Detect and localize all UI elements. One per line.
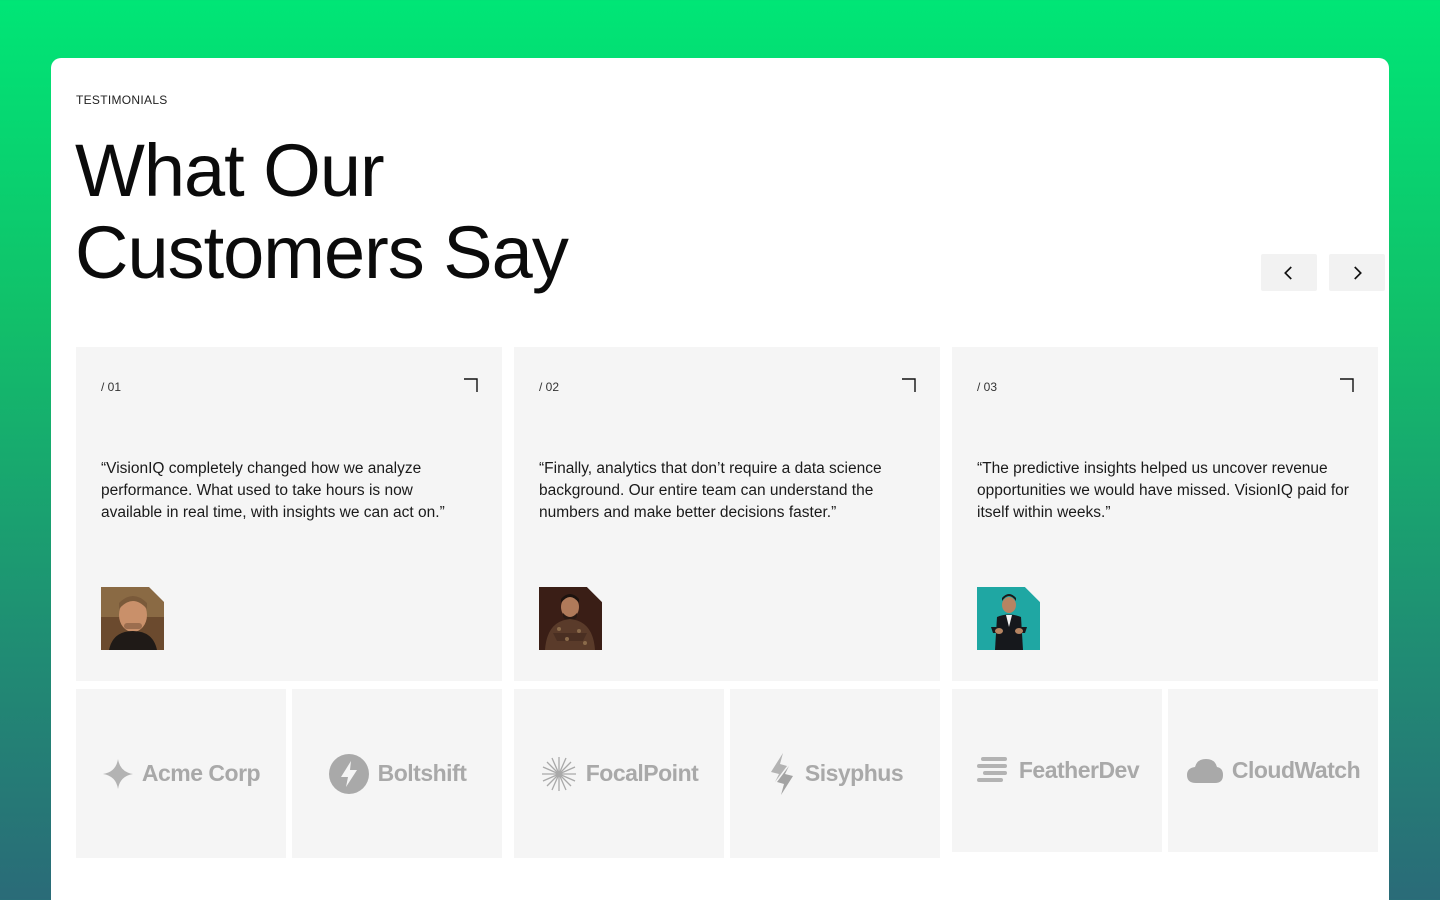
testimonial-card-3[interactable]: / 03 “The predictive insights helped us …: [952, 347, 1378, 681]
testimonial-index: / 03: [977, 380, 998, 394]
next-button[interactable]: [1329, 254, 1385, 291]
logo-tile-featherdev: FeatherDev: [952, 689, 1162, 852]
section-title-line-2: Customers Say: [75, 211, 569, 294]
testimonial-index: / 02: [539, 380, 560, 394]
logo-name: FeatherDev: [1018, 757, 1140, 783]
sparkle-icon: [102, 758, 133, 789]
logo-name: CloudWatch: [1231, 757, 1361, 783]
logo-tile-cloudwatch: CloudWatch: [1168, 689, 1378, 852]
testimonial-quote: “Finally, analytics that don’t require a…: [539, 460, 882, 521]
logo-tile-sisyphus: Sisyphus: [730, 689, 940, 858]
testimonial-index: / 01: [101, 380, 122, 394]
avatar: [977, 587, 1040, 650]
section-title-line-1: What Our: [75, 129, 385, 212]
testimonial-card-2[interactable]: / 02 “Finally, analytics that don’t requ…: [514, 347, 940, 681]
logo-name: Sisyphus: [804, 760, 904, 786]
testimonials-panel: TESTIMONIALS What Our Customers Say / 01…: [51, 58, 1389, 900]
bolt-icon: [328, 753, 369, 794]
logo-name: Boltshift: [377, 760, 467, 786]
section-title: What Our Customers Say: [75, 130, 775, 294]
logo-name: FocalPoint: [585, 760, 699, 786]
sisyphus-icon: [770, 752, 793, 795]
avatar: [539, 587, 602, 650]
corner-arrow-icon[interactable]: [902, 378, 916, 392]
chevron-left-icon: [1284, 265, 1292, 280]
logo-name: Acme Corp: [141, 760, 261, 786]
logo-tile-boltshift: Boltshift: [292, 689, 502, 858]
avatar: [101, 587, 164, 650]
corner-arrow-icon[interactable]: [1340, 378, 1354, 392]
chevron-right-icon: [1354, 265, 1362, 280]
logo-tile-focalpoint: FocalPoint: [514, 689, 724, 858]
testimonial-quote: “The predictive insights helped us uncov…: [977, 460, 1349, 521]
feather-icon: [976, 756, 1007, 782]
corner-arrow-icon[interactable]: [464, 378, 478, 392]
cloud-icon: [1186, 758, 1223, 783]
testimonial-quote: “VisionIQ completely changed how we anal…: [101, 460, 445, 521]
section-eyebrow: TESTIMONIALS: [76, 93, 168, 107]
logo-tile-acme-corp: Acme Corp: [76, 689, 286, 858]
testimonial-card-1[interactable]: / 01 “VisionIQ completely changed how we…: [76, 347, 502, 681]
starburst-icon: [541, 756, 576, 791]
previous-button[interactable]: [1261, 254, 1317, 291]
